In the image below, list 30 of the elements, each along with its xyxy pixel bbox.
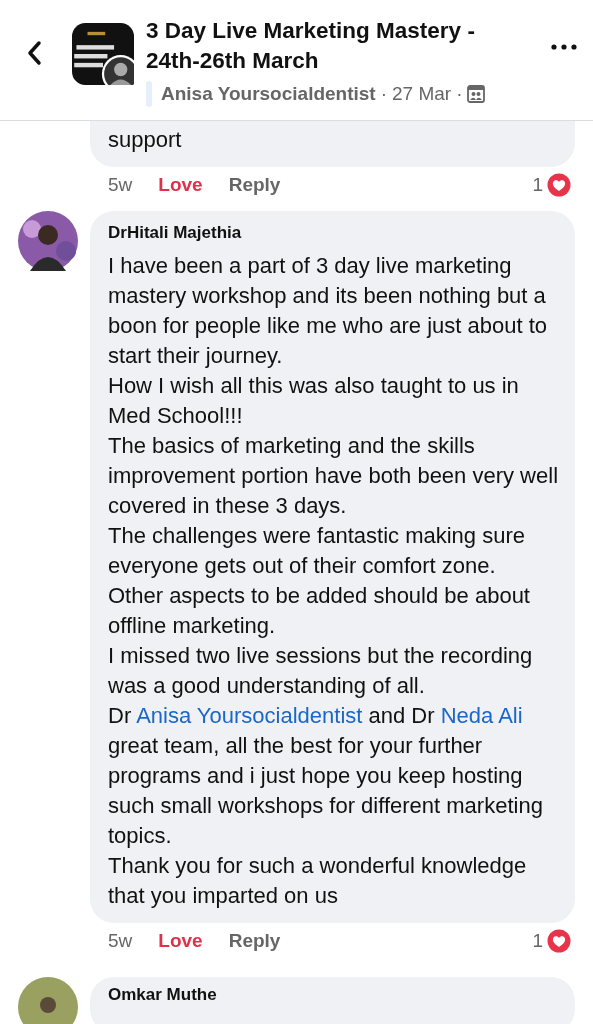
post-date: 27 Mar xyxy=(392,83,452,105)
comment-text: The basics of marketing and the skills improvement portion have both been very well covered in these 3 days. xyxy=(108,432,560,520)
comment-time: 5w xyxy=(108,174,133,196)
commenter-name[interactable]: Omkar Muthe xyxy=(108,983,567,1007)
comment-time: 5w xyxy=(108,930,133,952)
comment-text: Other aspects to be added should be about offline marketing. xyxy=(108,582,531,640)
separator: · xyxy=(380,83,387,105)
back-icon[interactable] xyxy=(26,40,42,66)
comment-text: Dr Anisa Yoursocialdentist and Dr Neda Ali great team, all the best for your further programs and i just hope you keep hosting such small workshops for different marketing topics. xyxy=(108,702,544,850)
comment-text: Thank you for such a wonderful knowledge that you imparted on us xyxy=(108,852,528,910)
profile-link[interactable]: Neda Ali xyxy=(440,703,523,728)
group-title: 3 Day Live Marketing Mastery - 24th-26th March xyxy=(146,17,476,75)
separator: · xyxy=(456,83,463,105)
commenter-name[interactable]: DrHitali Majethia xyxy=(108,221,567,245)
reply-button[interactable]: Reply xyxy=(228,930,281,952)
reply-button[interactable]: Reply xyxy=(228,174,281,196)
love-button[interactable]: Love xyxy=(158,174,203,196)
comment-text: I missed two live sessions but the recording was a good understanding of all. xyxy=(108,642,534,700)
comment-text: I have been a part of 3 day live marketing mastery workshop and its been nothing but a boon for people like me who are just about to start their journey. xyxy=(108,252,549,370)
group-icon xyxy=(467,85,486,103)
reaction-count: 1 xyxy=(532,930,543,952)
author-name[interactable]: Anisa Yoursocialdentist xyxy=(161,83,376,105)
highlight-bar xyxy=(146,81,152,107)
comment-text: support xyxy=(108,126,183,154)
profile-link[interactable]: Anisa Yoursocialdentist xyxy=(136,703,363,728)
reaction-count: 1 xyxy=(532,174,543,196)
comment-text: The challenges were fantastic making sure everyone gets out of their comfort zone. xyxy=(108,522,526,580)
comment-text: How I wish all this was also taught to us in Med School!!! xyxy=(108,372,520,430)
more-icon[interactable] xyxy=(551,44,577,50)
love-button[interactable]: Love xyxy=(158,930,203,952)
